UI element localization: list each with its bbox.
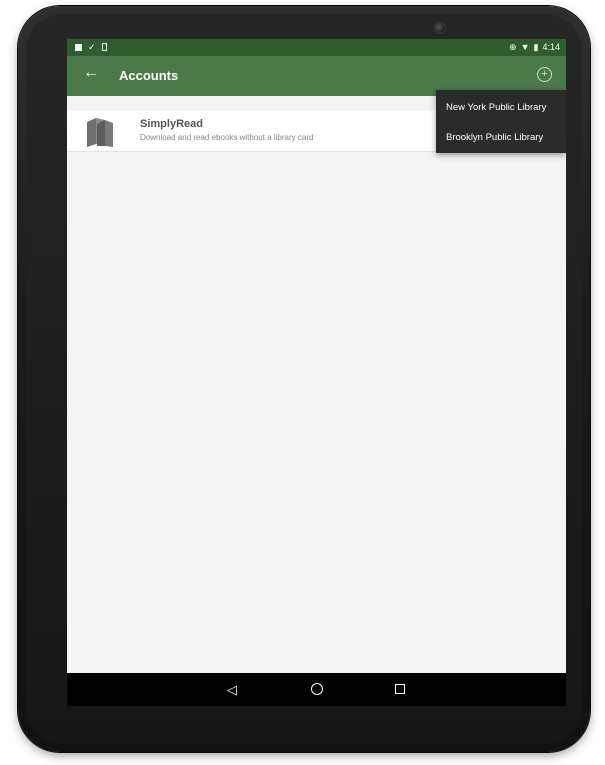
wifi-icon: ▼ xyxy=(520,42,530,52)
battery-icon: ▮ xyxy=(533,42,539,52)
recents-square-icon[interactable] xyxy=(395,684,405,694)
screen: ✓ ⊕ ▼ ▮ 4:14 ← Accounts + SimplyRead Dow… xyxy=(67,39,566,706)
menu-item-new-york-public-library[interactable]: New York Public Library xyxy=(446,102,546,113)
notification-icon xyxy=(75,43,82,51)
account-name: SimplyRead xyxy=(140,118,203,130)
check-icon: ✓ xyxy=(88,42,96,52)
phone-icon xyxy=(101,43,107,51)
library-dropdown-menu: New York Public Library Brooklyn Public … xyxy=(436,90,566,153)
navigation-bar: ◁ xyxy=(67,673,566,706)
status-right-icons: ⊕ ▼ ▮ 4:14 xyxy=(509,42,560,52)
books-icon xyxy=(87,118,113,147)
account-description: Download and read ebooks without a libra… xyxy=(140,133,314,142)
arrow-left-icon[interactable]: ← xyxy=(83,64,99,82)
status-bar: ✓ ⊕ ▼ ▮ 4:14 xyxy=(67,39,566,56)
status-left-icons: ✓ xyxy=(75,42,107,52)
status-time: 4:14 xyxy=(542,42,560,52)
back-triangle-icon[interactable]: ◁ xyxy=(227,682,237,698)
add-circle-icon[interactable]: + xyxy=(537,67,552,82)
home-circle-icon[interactable] xyxy=(311,683,323,695)
camera-icon xyxy=(434,22,446,34)
vibrate-icon: ⊕ xyxy=(509,42,517,52)
page-title: Accounts xyxy=(119,68,179,83)
menu-item-brooklyn-public-library[interactable]: Brooklyn Public Library xyxy=(446,132,543,143)
